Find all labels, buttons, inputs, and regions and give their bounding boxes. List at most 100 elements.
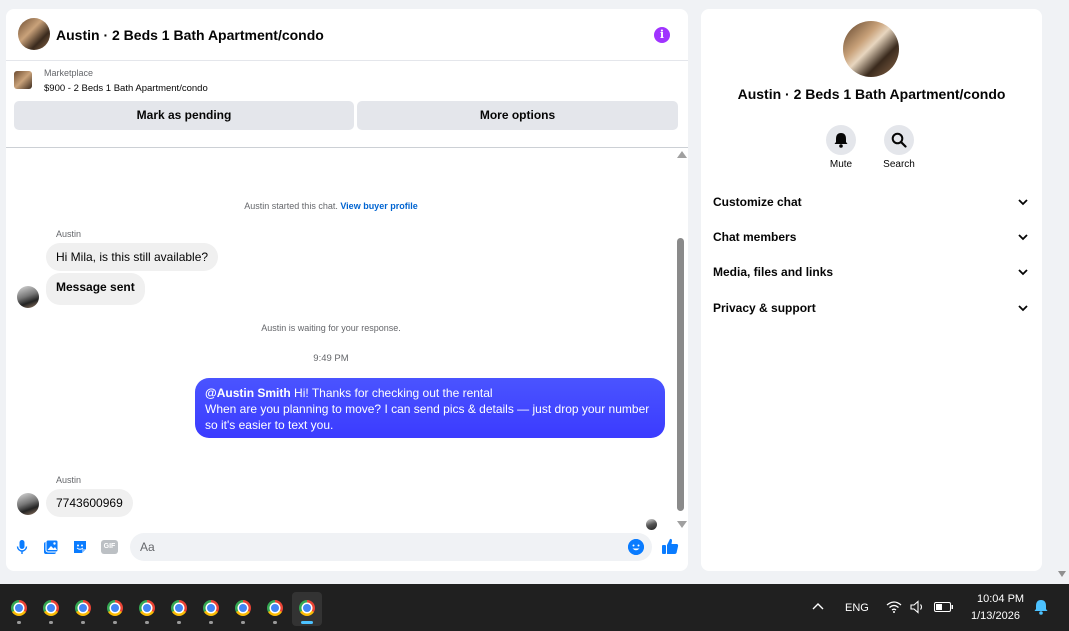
taskbar-running-indicator bbox=[113, 621, 117, 624]
outgoing-text-line1: Hi! Thanks for checking out the rental bbox=[290, 386, 493, 400]
search-button[interactable] bbox=[884, 125, 914, 155]
speaker-icon[interactable] bbox=[910, 600, 926, 614]
chrome-icon bbox=[171, 600, 187, 616]
mention-tag[interactable]: @Austin Smith bbox=[205, 386, 291, 400]
listing-banner: Marketplace $900 - 2 Beds 1 Bath Apartme… bbox=[6, 62, 688, 148]
chat-panel: Austin · 2 Beds 1 Bath Apartment/condo i… bbox=[6, 9, 688, 571]
message-list[interactable]: Austin started this chat. View buyer pro… bbox=[6, 149, 688, 530]
clock-date[interactable]: 1/13/2026 bbox=[971, 610, 1020, 622]
taskbar-running-indicator bbox=[241, 621, 245, 624]
chrome-icon bbox=[75, 600, 91, 616]
waiting-notice: Austin is waiting for your response. bbox=[261, 323, 401, 333]
sender-avatar[interactable] bbox=[17, 286, 39, 308]
sender-name: Austin bbox=[56, 229, 82, 239]
sender-name: Austin bbox=[56, 475, 82, 485]
taskbar-app-chrome[interactable] bbox=[164, 592, 194, 626]
message-input[interactable]: Aa bbox=[130, 533, 652, 561]
search-action[interactable]: Search bbox=[874, 125, 924, 170]
message-scrollbar[interactable] bbox=[676, 149, 687, 529]
taskbar-app-chrome[interactable] bbox=[292, 592, 322, 626]
chevron-down-icon bbox=[1018, 199, 1028, 206]
search-label: Search bbox=[883, 159, 915, 170]
taskbar-app-chrome[interactable] bbox=[100, 592, 130, 626]
seen-indicator-avatar bbox=[646, 519, 657, 530]
taskbar-running-indicator bbox=[301, 621, 313, 624]
outgoing-text-line2: When are you planning to move? I can sen… bbox=[205, 402, 650, 432]
section-label: Chat members bbox=[713, 230, 797, 244]
chrome-icon bbox=[139, 600, 155, 616]
section-customize-chat[interactable]: Customize chat bbox=[713, 195, 1031, 215]
taskbar-app-chrome[interactable] bbox=[132, 592, 162, 626]
wifi-icon[interactable] bbox=[886, 600, 902, 613]
thumbs-up-icon[interactable] bbox=[661, 537, 679, 555]
bell-icon bbox=[834, 133, 848, 148]
chrome-icon bbox=[11, 600, 27, 616]
chrome-icon bbox=[203, 600, 219, 616]
info-icon[interactable]: i bbox=[654, 27, 670, 43]
gif-icon[interactable]: GIF bbox=[101, 540, 118, 554]
chevron-up-icon[interactable] bbox=[812, 602, 824, 610]
taskbar-running-indicator bbox=[209, 621, 213, 624]
taskbar-running-indicator bbox=[273, 621, 277, 624]
photo-icon[interactable] bbox=[43, 539, 59, 555]
sender-avatar[interactable] bbox=[17, 493, 39, 515]
taskbar-app-chrome[interactable] bbox=[228, 592, 258, 626]
outgoing-message[interactable]: @Austin Smith Hi! Thanks for checking ou… bbox=[195, 378, 665, 438]
chat-title[interactable]: Austin · 2 Beds 1 Bath Apartment/condo bbox=[56, 27, 324, 43]
microphone-icon[interactable] bbox=[14, 539, 30, 555]
section-media-files-links[interactable]: Media, files and links bbox=[713, 265, 1031, 285]
chat-details-panel: Austin · 2 Beds 1 Bath Apartment/condo M… bbox=[701, 9, 1042, 571]
taskbar-running-indicator bbox=[177, 621, 181, 624]
notification-bell-icon[interactable] bbox=[1034, 599, 1048, 615]
taskbar-app-chrome[interactable] bbox=[68, 592, 98, 626]
incoming-message[interactable]: Hi Mila, is this still available? bbox=[46, 243, 219, 271]
mute-label: Mute bbox=[829, 159, 853, 170]
scroll-up-icon[interactable] bbox=[677, 151, 687, 158]
mute-button[interactable] bbox=[826, 125, 856, 155]
section-chat-members[interactable]: Chat members bbox=[713, 230, 1031, 250]
language-indicator[interactable]: ENG bbox=[845, 602, 869, 614]
chrome-icon bbox=[299, 600, 315, 616]
view-buyer-profile-link[interactable]: View buyer profile bbox=[340, 201, 417, 211]
sticker-icon[interactable] bbox=[72, 539, 88, 555]
section-label: Media, files and links bbox=[713, 265, 834, 279]
chrome-icon bbox=[43, 600, 59, 616]
chat-started-notice: Austin started this chat. View buyer pro… bbox=[6, 201, 672, 211]
composer: GIF Aa bbox=[6, 531, 688, 567]
chat-avatar[interactable] bbox=[18, 18, 50, 50]
incoming-message[interactable]: 7743600969 bbox=[46, 489, 133, 517]
listing-title[interactable]: $900 - 2 Beds 1 Bath Apartment/condo bbox=[44, 83, 208, 94]
more-options-button[interactable]: More options bbox=[357, 101, 678, 130]
mark-as-pending-button[interactable]: Mark as pending bbox=[14, 101, 354, 130]
chat-header: Austin · 2 Beds 1 Bath Apartment/condo i bbox=[6, 9, 688, 61]
listing-source: Marketplace bbox=[44, 68, 94, 78]
battery-icon[interactable] bbox=[934, 602, 954, 612]
taskbar-app-chrome[interactable] bbox=[196, 592, 226, 626]
incoming-message[interactable]: Message sent bbox=[46, 273, 145, 305]
taskbar-app-chrome[interactable] bbox=[260, 592, 290, 626]
taskbar-app-chrome[interactable] bbox=[4, 592, 34, 626]
emoji-icon[interactable] bbox=[628, 539, 644, 555]
search-icon bbox=[891, 132, 907, 148]
scroll-down-icon[interactable] bbox=[677, 521, 687, 528]
chrome-icon bbox=[267, 600, 283, 616]
scrollbar-thumb[interactable] bbox=[677, 238, 684, 511]
taskbar-running-indicator bbox=[81, 621, 85, 624]
section-privacy-support[interactable]: Privacy & support bbox=[713, 301, 1031, 321]
mute-action[interactable]: Mute bbox=[816, 125, 866, 170]
taskbar-app-chrome[interactable] bbox=[36, 592, 66, 626]
message-input-placeholder: Aa bbox=[140, 540, 155, 554]
listing-thumbnail[interactable] bbox=[14, 71, 32, 89]
taskbar-running-indicator bbox=[17, 621, 21, 624]
chrome-icon bbox=[107, 600, 123, 616]
section-label: Privacy & support bbox=[713, 301, 816, 315]
taskbar: ENG 10:04 PM 1/13/2026 bbox=[0, 584, 1069, 631]
page-scroll-down-icon[interactable] bbox=[1058, 571, 1066, 577]
chevron-down-icon bbox=[1018, 234, 1028, 241]
chevron-down-icon bbox=[1018, 305, 1028, 312]
chevron-down-icon bbox=[1018, 269, 1028, 276]
chat-started-text: Austin started this chat. bbox=[244, 201, 338, 211]
profile-avatar[interactable] bbox=[843, 21, 899, 77]
messenger-app: Austin · 2 Beds 1 Bath Apartment/condo i… bbox=[0, 0, 1069, 584]
clock-time[interactable]: 10:04 PM bbox=[977, 593, 1024, 605]
